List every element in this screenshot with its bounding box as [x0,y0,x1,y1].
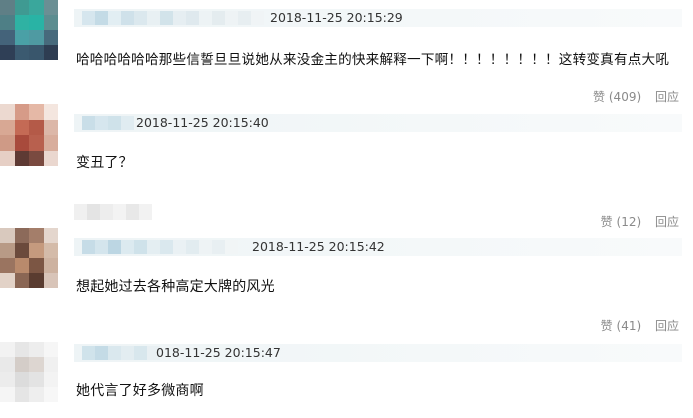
like-count: (409) [608,90,642,104]
reply-button[interactable]: 回应 [655,90,679,104]
like-label: 赞 [593,90,606,104]
avatar[interactable] [0,0,58,60]
comment-text: 想起她过去各种高定大牌的风光 [76,279,275,295]
comment-text: 变丑了？ [76,155,133,171]
comment-text: 她代言了好多微商啊 [76,383,204,399]
like-count: (41) [616,319,642,333]
reply-button[interactable]: 回应 [655,319,679,333]
blurred-region [74,204,152,220]
avatar[interactable] [0,342,58,402]
comment-timestamp: 2018-11-25 20:15:29 [270,10,403,25]
comment-timestamp: 018-11-25 20:15:47 [156,345,281,360]
reply-button[interactable]: 回应 [655,215,679,229]
username-blurred[interactable] [82,240,238,254]
like-button[interactable]: 赞 (409) [593,90,641,104]
comment-actions: 赞 (41) 回应 [591,317,679,334]
like-label: 赞 [600,319,613,333]
comment-header: 2018-11-25 20:15:42 [74,238,682,256]
comment-text: 哈哈哈哈哈哈那些信誓旦旦说她从来没金主的快来解释一下啊！！！！！！！！这转变真有… [76,52,670,68]
avatar[interactable] [0,228,58,288]
username-blurred[interactable] [82,346,160,360]
comment-actions: 赞 (12) 回应 [591,213,679,230]
username-blurred[interactable] [82,11,264,25]
comment-timestamp: 2018-11-25 20:15:40 [136,115,269,130]
comment-header: 2018-11-25 20:15:29 [74,9,682,27]
comment-header: 018-11-25 20:15:47 [74,344,682,362]
comment-header: 2018-11-25 20:15:40 [74,114,682,132]
username-blurred[interactable] [82,116,134,130]
like-count: (12) [616,215,642,229]
comment-timestamp: 2018-11-25 20:15:42 [252,239,385,254]
like-label: 赞 [600,215,613,229]
comment-actions: 赞 (409) 回应 [583,88,679,105]
like-button[interactable]: 赞 (41) [601,319,641,333]
like-button[interactable]: 赞 (12) [601,215,641,229]
avatar[interactable] [0,104,58,166]
